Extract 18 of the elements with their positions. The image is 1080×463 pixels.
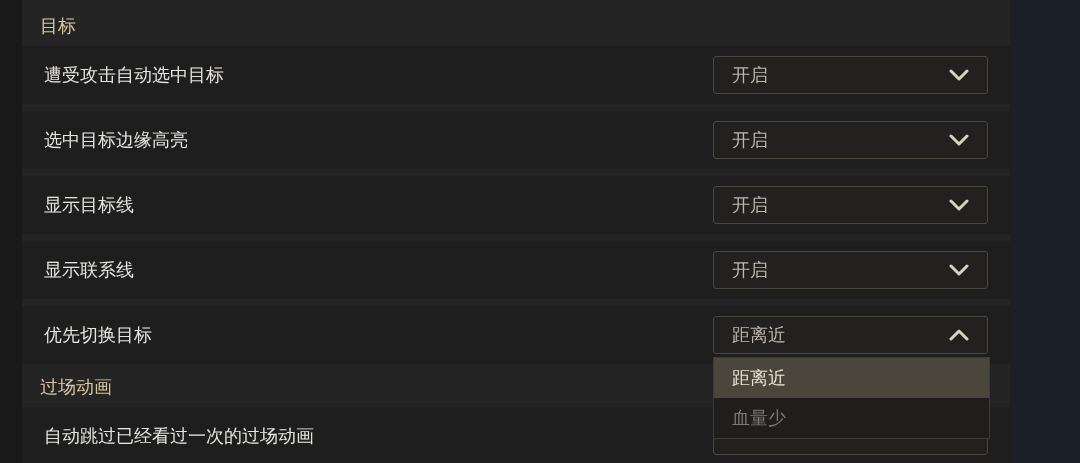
chevron-down-icon <box>949 264 969 276</box>
section-title: 过场动画 <box>40 375 112 399</box>
dropdown[interactable]: 开启 <box>713 186 988 224</box>
dropdown[interactable]: 开启 <box>713 56 988 94</box>
setting-label: 遭受攻击自动选中目标 <box>44 63 224 87</box>
chevron-down-icon <box>949 69 969 81</box>
setting-label: 显示联系线 <box>44 258 134 282</box>
dropdown-option[interactable]: 距离近 <box>714 358 989 398</box>
chevron-down-icon <box>949 134 969 146</box>
chevron-up-icon <box>949 329 969 341</box>
setting-label: 选中目标边缘高亮 <box>44 128 188 152</box>
setting-label: 优先切换目标 <box>44 323 152 347</box>
setting-label: 自动跳过已经看过一次的过场动画 <box>44 424 314 448</box>
dropdown[interactable]: 开启 <box>713 121 988 159</box>
chevron-down-icon <box>949 199 969 211</box>
section-title: 目标 <box>40 14 76 38</box>
setting-label: 显示目标线 <box>44 193 134 217</box>
dropdown[interactable]: 开启 <box>713 251 988 289</box>
